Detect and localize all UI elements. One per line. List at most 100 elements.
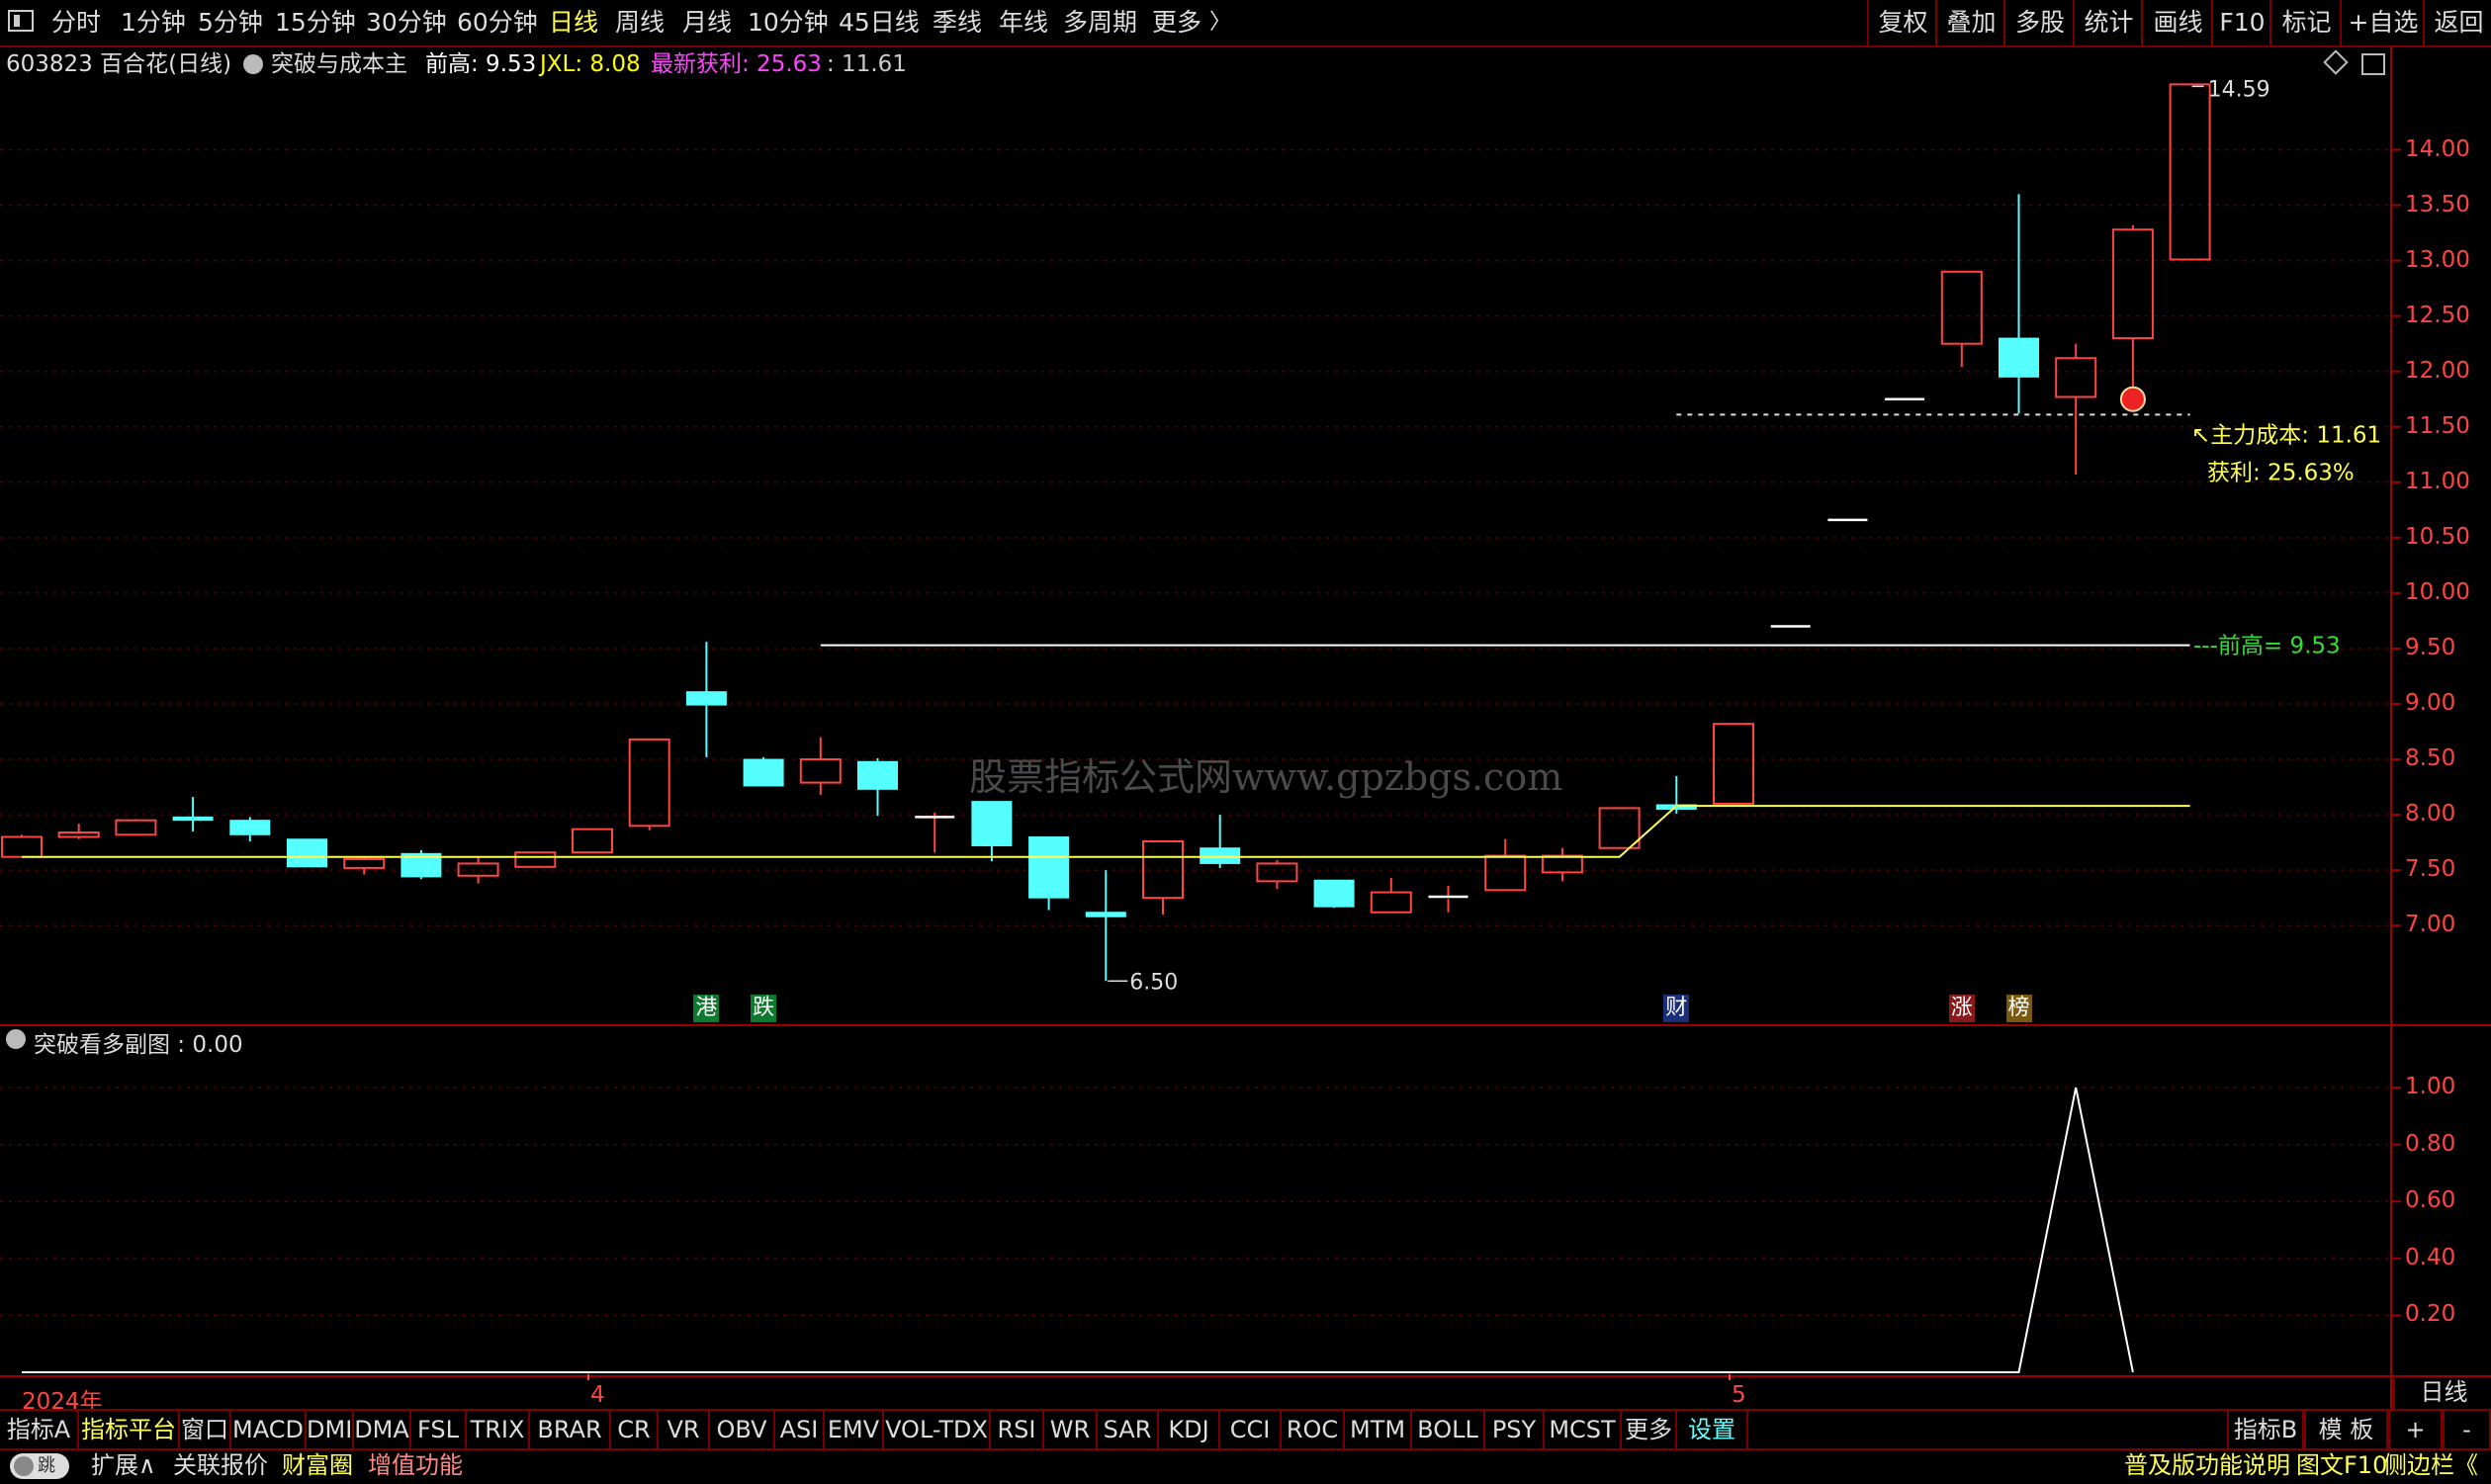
event-marker[interactable]: 榜 bbox=[2005, 995, 2032, 1022]
indicator-tab[interactable]: 设置 bbox=[1677, 1411, 1748, 1448]
expand-button[interactable]: 扩展∧ bbox=[91, 1446, 156, 1484]
watermark: 股票指标公式网www.gpzbgs.com bbox=[969, 755, 1563, 799]
bottom-right-link[interactable]: 图文F10 bbox=[2296, 1446, 2387, 1484]
indicator-tab[interactable]: MACD bbox=[231, 1411, 307, 1448]
skip-toggle[interactable]: 跳 bbox=[10, 1453, 69, 1479]
candle bbox=[857, 757, 898, 817]
indicator-tab[interactable]: OBV bbox=[710, 1411, 775, 1448]
bottom-right-link[interactable]: 普及版功能说明 bbox=[2124, 1446, 2290, 1484]
event-marker[interactable]: 港 bbox=[693, 995, 720, 1022]
indicator-tab[interactable]: ROC bbox=[1282, 1411, 1345, 1448]
sub-indicator-title[interactable]: 突破看多副图 : 0.00 bbox=[34, 1025, 243, 1059]
period-tab[interactable]: 10分钟 bbox=[748, 0, 829, 45]
period-tab[interactable]: 更多 bbox=[1152, 0, 1201, 45]
price-tick-label: 11.50 bbox=[2405, 412, 2470, 439]
indicator-right-tab[interactable]: 模 板 bbox=[2304, 1411, 2388, 1448]
more-chevron-icon[interactable]: 〉 bbox=[1209, 0, 1231, 45]
candle bbox=[2111, 224, 2154, 389]
indicator-tab[interactable]: 指标平台 bbox=[79, 1411, 180, 1448]
bottom-bar: 扩展∧ 关联报价 财富圈 增值功能 普及版功能说明 图文F10 侧边栏《 bbox=[0, 1446, 2491, 1484]
candle bbox=[1085, 870, 1126, 982]
bottom-link[interactable]: 财富圈 bbox=[282, 1446, 353, 1484]
indicator-tab[interactable]: SAR bbox=[1098, 1411, 1159, 1448]
indicator-tab[interactable]: PSY bbox=[1485, 1411, 1545, 1448]
sub-tick-label: 0.40 bbox=[2405, 1244, 2456, 1270]
event-marker[interactable]: 涨 bbox=[1948, 995, 1975, 1022]
candle bbox=[1370, 877, 1412, 914]
candle bbox=[343, 856, 386, 875]
indicator-tab[interactable]: KDJ bbox=[1159, 1411, 1220, 1448]
indicator-tab[interactable]: 窗口 bbox=[180, 1411, 231, 1448]
sub-grid bbox=[0, 1087, 2401, 1317]
indicator-tab[interactable]: CCI bbox=[1220, 1411, 1282, 1448]
price-tick-label: 9.00 bbox=[2405, 690, 2456, 716]
period-tab[interactable]: 1分钟 bbox=[121, 0, 186, 45]
indicator-tab[interactable]: FSL bbox=[411, 1411, 467, 1448]
indicator-tab[interactable]: DMA bbox=[354, 1411, 411, 1448]
price-tick-label: 10.00 bbox=[2405, 578, 2470, 605]
indicator-tab[interactable]: EMV bbox=[825, 1411, 884, 1448]
indicator-tab[interactable]: DMI bbox=[307, 1411, 354, 1448]
candle bbox=[971, 801, 1013, 862]
indicator-tab[interactable]: MTM bbox=[1345, 1411, 1412, 1448]
indicator-tab[interactable]: RSI bbox=[991, 1411, 1044, 1448]
sub-indicator-dropdown-icon[interactable] bbox=[6, 1029, 26, 1049]
candle bbox=[1256, 860, 1298, 890]
indicator-tab[interactable]: BOLL bbox=[1412, 1411, 1485, 1448]
price-tick-label: 13.50 bbox=[2405, 191, 2470, 218]
indicator-tab[interactable]: 更多 bbox=[1622, 1411, 1677, 1448]
candle bbox=[2169, 83, 2211, 261]
toolbar-button[interactable]: F10 bbox=[2211, 0, 2271, 45]
period-tab[interactable]: 季线 bbox=[933, 0, 982, 45]
period-tab[interactable]: 分时 bbox=[51, 0, 101, 45]
indicator-tab[interactable]: CR bbox=[611, 1411, 659, 1448]
period-tab[interactable]: 多周期 bbox=[1063, 0, 1137, 45]
period-tab[interactable]: 月线 bbox=[682, 0, 732, 45]
indicator-right-tab[interactable]: + bbox=[2388, 1411, 2443, 1448]
toolbar-button[interactable]: 复权 bbox=[1867, 0, 1937, 45]
indicator-tab[interactable]: BRAR bbox=[530, 1411, 611, 1448]
menu-icon[interactable] bbox=[8, 10, 34, 32]
toolbar-button[interactable]: 画线 bbox=[2141, 0, 2213, 45]
price-chart[interactable]: 14.59 6.50 ↖主力成本: 11.61 获利: 25.63% ---前高= 9.… bbox=[0, 45, 2491, 1409]
toolbar-button[interactable]: 标记 bbox=[2269, 0, 2342, 45]
candle bbox=[1541, 847, 1583, 882]
low-price-label: 6.50 bbox=[1129, 970, 1178, 995]
bottom-right-link[interactable]: 侧边栏《 bbox=[2383, 1446, 2478, 1484]
toolbar-button[interactable]: 多股 bbox=[2003, 0, 2075, 45]
indicator-tab[interactable]: 指标A bbox=[0, 1411, 79, 1448]
period-tab[interactable]: 年线 bbox=[999, 0, 1048, 45]
period-tab[interactable]: 周线 bbox=[615, 0, 665, 45]
event-marker[interactable]: 财 bbox=[1663, 995, 1690, 1022]
price-tick-label: 13.00 bbox=[2405, 246, 2470, 273]
sub-tick-label: 0.80 bbox=[2405, 1130, 2456, 1157]
indicator-right-tab[interactable]: 指标B bbox=[2227, 1411, 2304, 1448]
bottom-link[interactable]: 增值功能 bbox=[368, 1446, 463, 1484]
indicator-tab[interactable]: VR bbox=[659, 1411, 710, 1448]
toolbar-button[interactable]: +自选 bbox=[2340, 0, 2425, 45]
main-cost-label: ↖主力成本: 11.61 bbox=[2191, 422, 2381, 448]
sub-indicator-line bbox=[22, 1087, 2134, 1373]
candle bbox=[1999, 194, 2039, 414]
candle bbox=[685, 642, 727, 757]
period-tab[interactable]: 日线 bbox=[549, 0, 598, 45]
period-tab[interactable]: 15分钟 bbox=[275, 0, 356, 45]
indicator-tab[interactable]: VOL-TDX bbox=[884, 1411, 991, 1448]
period-tab[interactable]: 45日线 bbox=[839, 0, 920, 45]
period-tab[interactable]: 60分钟 bbox=[457, 0, 538, 45]
toolbar-button[interactable]: 统计 bbox=[2073, 0, 2143, 45]
price-tick-label: 7.00 bbox=[2405, 912, 2456, 938]
candle bbox=[229, 817, 271, 842]
toolbar-button[interactable]: 返回 bbox=[2423, 0, 2491, 45]
bottom-link[interactable]: 关联报价 bbox=[173, 1446, 268, 1484]
period-tab[interactable]: 30分钟 bbox=[366, 0, 447, 45]
indicator-tab[interactable]: WR bbox=[1044, 1411, 1098, 1448]
event-marker[interactable]: 跌 bbox=[751, 995, 777, 1022]
toolbar-button[interactable]: 叠加 bbox=[1935, 0, 2005, 45]
indicator-tab[interactable]: TRIX bbox=[467, 1411, 530, 1448]
candle bbox=[400, 849, 442, 880]
indicator-right-tab[interactable]: - bbox=[2443, 1411, 2491, 1448]
period-tab[interactable]: 5分钟 bbox=[198, 0, 263, 45]
indicator-tab[interactable]: MCST bbox=[1545, 1411, 1622, 1448]
indicator-tab[interactable]: ASI bbox=[775, 1411, 825, 1448]
